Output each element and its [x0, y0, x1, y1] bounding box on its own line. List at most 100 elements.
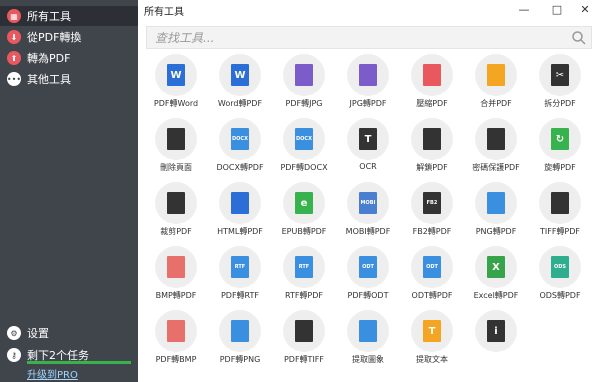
- tool-label: Excel轉PDF: [473, 291, 519, 300]
- tool-item[interactable]: PNG轉PDF: [464, 180, 528, 242]
- sidebar-item-3[interactable]: ••• 其他工具: [0, 69, 138, 89]
- tool-item[interactable]: PDF轉JPG: [272, 52, 336, 114]
- tool-icon-glyph: i: [494, 325, 498, 337]
- brush-icon: [167, 256, 185, 278]
- pdf-to-tiff-icon: [295, 320, 313, 342]
- tool-item[interactable]: 刪除頁面: [144, 116, 208, 178]
- tool-item[interactable]: MOBI MOBI轉PDF: [336, 180, 400, 242]
- tool-icon-glyph: DOCX: [232, 136, 248, 142]
- tool-icon-circle: [155, 182, 197, 224]
- search-input[interactable]: [155, 30, 555, 46]
- tool-icon-circle: [283, 310, 325, 352]
- tool-label: ODS轉PDF: [539, 291, 581, 300]
- tool-item[interactable]: 壓縮PDF: [400, 52, 464, 114]
- tool-label: PDF轉PNG: [219, 355, 261, 364]
- pdf-to-bmp-icon: [167, 320, 185, 342]
- tool-icon-circle: [155, 310, 197, 352]
- rtf-to-pdf-icon: RTF: [295, 256, 313, 278]
- tool-item[interactable]: ODS ODS轉PDF: [528, 244, 592, 306]
- tool-icon-circle: RTF: [283, 246, 325, 288]
- unlock-icon: [423, 128, 441, 150]
- search-box: [146, 26, 592, 49]
- tool-icon-glyph: X: [492, 261, 500, 273]
- tool-icon-glyph: MOBI: [360, 200, 376, 206]
- tool-item[interactable]: T OCR: [336, 116, 400, 178]
- tool-icon-circle: [347, 310, 389, 352]
- sidebar-item-2[interactable]: ⬆ 轉為PDF: [0, 48, 138, 68]
- tool-item[interactable]: ODT ODT轉PDF: [400, 244, 464, 306]
- tool-item[interactable]: RTF RTF轉PDF: [272, 244, 336, 306]
- close-button[interactable]: ✕: [570, 0, 600, 18]
- tool-item[interactable]: JPG轉PDF: [336, 52, 400, 114]
- tool-item[interactable]: HTML轉PDF: [208, 180, 272, 242]
- tool-label: HTML轉PDF: [217, 227, 263, 236]
- tool-icon-circle: RTF: [219, 246, 261, 288]
- tool-item[interactable]: BMP轉PDF: [144, 244, 208, 306]
- tool-icon-circle: MOBI: [347, 182, 389, 224]
- docx-to-pdf-icon: DOCX: [231, 128, 249, 150]
- tool-item[interactable]: 合并PDF: [464, 52, 528, 114]
- sidebar-item-0[interactable]: ▦ 所有工具: [0, 6, 138, 26]
- tool-label: OCR: [359, 162, 377, 171]
- title-bar: 所有工具 — □ ✕: [138, 0, 600, 19]
- upgrade-link[interactable]: 升级到PRO: [27, 366, 78, 381]
- tool-item[interactable]: ODT PDF轉ODT: [336, 244, 400, 306]
- tool-item[interactable]: e EPUB轉PDF: [272, 180, 336, 242]
- odt-to-pdf-icon: ODT: [423, 256, 441, 278]
- ocr-icon: T: [359, 128, 377, 150]
- download-icon: ⬇: [7, 30, 21, 44]
- tool-icon-circle: ODS: [539, 246, 581, 288]
- tool-icon-glyph: RTF: [234, 264, 246, 270]
- tool-item[interactable]: TIFF轉PDF: [528, 180, 592, 242]
- tool-icon-circle: ↻: [539, 118, 581, 160]
- tool-item[interactable]: PDF轉BMP: [144, 308, 208, 370]
- tool-label: PDF轉DOCX: [280, 163, 328, 172]
- tool-item[interactable]: ✂ 拆分PDF: [528, 52, 592, 114]
- tool-icon-circle: [475, 182, 517, 224]
- tool-label: PDF轉JPG: [285, 99, 323, 108]
- compress-icon: [423, 64, 441, 86]
- tool-item[interactable]: PDF轉PNG: [208, 308, 272, 370]
- tool-icon-glyph: DOCX: [296, 136, 312, 142]
- epub-icon: e: [295, 192, 313, 214]
- tool-item[interactable]: W PDF轉Word: [144, 52, 208, 114]
- tool-item[interactable]: i: [464, 308, 528, 370]
- tool-item[interactable]: DOCX PDF轉DOCX: [272, 116, 336, 178]
- more-icon: •••: [7, 72, 21, 86]
- tool-icon-circle: ODT: [347, 246, 389, 288]
- pdf-to-jpg-icon: [295, 64, 313, 86]
- minimize-button[interactable]: —: [509, 0, 539, 18]
- pdf-to-rtf-icon: RTF: [231, 256, 249, 278]
- tool-item[interactable]: DOCX DOCX轉PDF: [208, 116, 272, 178]
- tool-item[interactable]: X Excel轉PDF: [464, 244, 528, 306]
- tool-item[interactable]: PDF轉TIFF: [272, 308, 336, 370]
- tool-icon-glyph: FB2: [426, 200, 438, 206]
- tool-item[interactable]: FB2 FB2轉PDF: [400, 180, 464, 242]
- pdf-to-docx-icon: DOCX: [295, 128, 313, 150]
- tool-item[interactable]: W Word轉PDF: [208, 52, 272, 114]
- sidebar-item-1[interactable]: ⬇ 從PDF轉換: [0, 27, 138, 47]
- tool-label: TIFF轉PDF: [539, 227, 581, 236]
- settings-button[interactable]: ⚙ 设置: [0, 323, 138, 343]
- tool-item[interactable]: ↻ 旋轉PDF: [528, 116, 592, 178]
- tool-label: Word轉PDF: [217, 99, 263, 108]
- tool-icon-glyph: ODS: [553, 264, 566, 270]
- scissors-icon: ✂: [551, 64, 569, 86]
- tool-item[interactable]: T 提取文本: [400, 308, 464, 370]
- tool-label: DOCX轉PDF: [216, 163, 264, 172]
- maximize-button[interactable]: □: [542, 0, 572, 18]
- tasks-progress-bar: [27, 361, 131, 364]
- tool-icon-circle: ✂: [539, 54, 581, 96]
- search-icon[interactable]: [571, 30, 587, 46]
- progress-fill: [27, 361, 131, 364]
- tool-item[interactable]: 密碼保護PDF: [464, 116, 528, 178]
- tool-item[interactable]: RTF PDF轉RTF: [208, 244, 272, 306]
- pdf-to-odt-icon: ODT: [359, 256, 377, 278]
- settings-label: 设置: [27, 327, 49, 340]
- tool-item[interactable]: 解鎖PDF: [400, 116, 464, 178]
- tool-item[interactable]: 裁剪PDF: [144, 180, 208, 242]
- extract-images-icon: [359, 320, 377, 342]
- tool-item[interactable]: 提取圖象: [336, 308, 400, 370]
- tool-label: 拆分PDF: [544, 99, 576, 108]
- tool-icon-glyph: W: [170, 69, 182, 81]
